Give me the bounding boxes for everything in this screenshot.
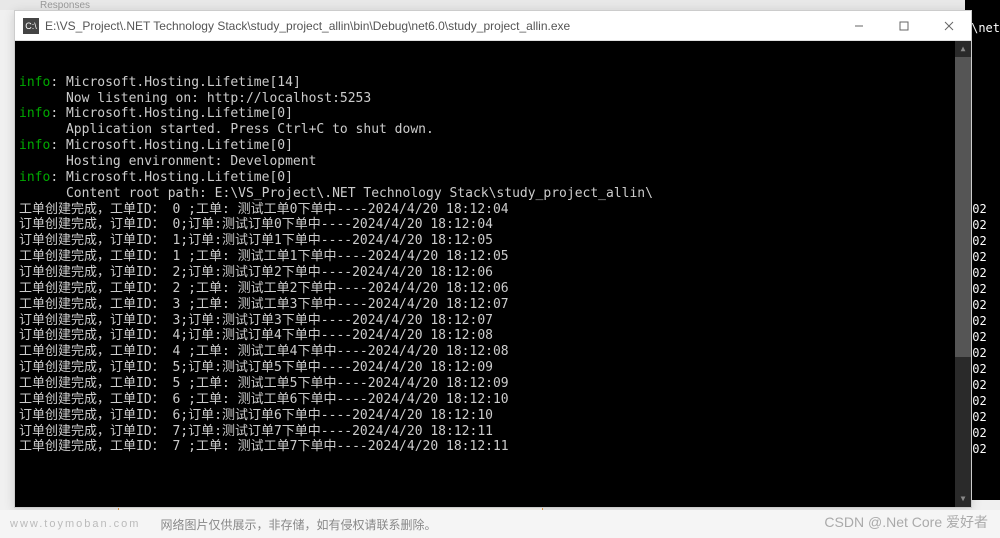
console-output[interactable]: info: Microsoft.Hosting.Lifetime[14] Now… (15, 41, 971, 507)
console-line: 工单创建完成，工单ID： 6 ;工单: 测试工单6下单中----2024/4/2… (19, 392, 967, 408)
scrollbar-thumb[interactable] (955, 57, 971, 357)
console-line: 订单创建完成，订单ID： 0;订单:测试订单0下单中----2024/4/20 … (19, 217, 967, 233)
close-icon (944, 21, 954, 31)
close-button[interactable] (926, 11, 971, 41)
console-line: 工单创建完成，工单ID： 7 ;工单: 测试工单7下单中----2024/4/2… (19, 439, 967, 455)
log-level-info: info (19, 75, 50, 90)
console-line: 工单创建完成，工单ID： 4 ;工单: 测试工单4下单中----2024/4/2… (19, 344, 967, 360)
console-line: 订单创建完成，订单ID： 3;订单:测试订单3下单中----2024/4/20 … (19, 313, 967, 329)
console-line: Content root path: E:\VS_Project\.NET Te… (19, 186, 967, 202)
bg-strip-line: \net (971, 20, 1000, 36)
console-line: 工单创建完成，工单ID： 0 ;工单: 测试工单0下单中----2024/4/2… (19, 202, 967, 218)
vertical-scrollbar[interactable]: ▲ ▼ (955, 41, 971, 507)
watermark-text: CSDN @.Net Core 爱好者 (824, 512, 988, 532)
log-level-info: info (19, 170, 50, 185)
window-titlebar[interactable]: C:\ E:\VS_Project\.NET Technology Stack\… (15, 11, 971, 41)
console-line: 订单创建完成，订单ID： 6;订单:测试订单6下单中----2024/4/20 … (19, 408, 967, 424)
console-line: info: Microsoft.Hosting.Lifetime[14] (19, 75, 967, 91)
console-line: Now listening on: http://localhost:5253 (19, 91, 967, 107)
footer-domain: www.toymoban.com (10, 518, 140, 530)
console-line: info: Microsoft.Hosting.Lifetime[0] (19, 138, 967, 154)
scroll-up-arrow-icon[interactable]: ▲ (955, 41, 971, 57)
app-icon: C:\ (23, 18, 39, 34)
log-level-info: info (19, 138, 50, 153)
maximize-icon (899, 21, 909, 31)
minimize-button[interactable] (836, 11, 881, 41)
footer-disclaimer: 网络图片仅供展示，非存储，如有侵权请联系删除。 (160, 516, 436, 533)
console-window: C:\ E:\VS_Project\.NET Technology Stack\… (14, 10, 972, 508)
console-line: 工单创建完成，工单ID： 3 ;工单: 测试工单3下单中----2024/4/2… (19, 297, 967, 313)
background-partial-text: Responses (0, 0, 1000, 10)
console-line: 工单创建完成，工单ID： 1 ;工单: 测试工单1下单中----2024/4/2… (19, 249, 967, 265)
console-line: 订单创建完成，订单ID： 7;订单:测试订单7下单中----2024/4/20 … (19, 424, 967, 440)
maximize-button[interactable] (881, 11, 926, 41)
console-line: 工单创建完成，工单ID： 5 ;工单: 测试工单5下单中----2024/4/2… (19, 376, 967, 392)
window-title-path: E:\VS_Project\.NET Technology Stack\stud… (45, 19, 836, 33)
console-line: 订单创建完成，订单ID： 1;订单:测试订单1下单中----2024/4/20 … (19, 233, 967, 249)
scroll-down-arrow-icon[interactable]: ▼ (955, 491, 971, 507)
console-line: info: Microsoft.Hosting.Lifetime[0] (19, 170, 967, 186)
minimize-icon (854, 21, 864, 31)
console-line: Hosting environment: Development (19, 154, 967, 170)
console-line: 工单创建完成，工单ID： 2 ;工单: 测试工单2下单中----2024/4/2… (19, 281, 967, 297)
log-level-info: info (19, 106, 50, 121)
console-line: 订单创建完成，订单ID： 5;订单:测试订单5下单中----2024/4/20 … (19, 360, 967, 376)
console-line: 订单创建完成，订单ID： 4;订单:测试订单4下单中----2024/4/20 … (19, 328, 967, 344)
console-line: 订单创建完成，订单ID： 2;订单:测试订单2下单中----2024/4/20 … (19, 265, 967, 281)
console-line: info: Microsoft.Hosting.Lifetime[0] (19, 106, 967, 122)
console-line: Application started. Press Ctrl+C to shu… (19, 122, 967, 138)
window-controls (836, 11, 971, 41)
